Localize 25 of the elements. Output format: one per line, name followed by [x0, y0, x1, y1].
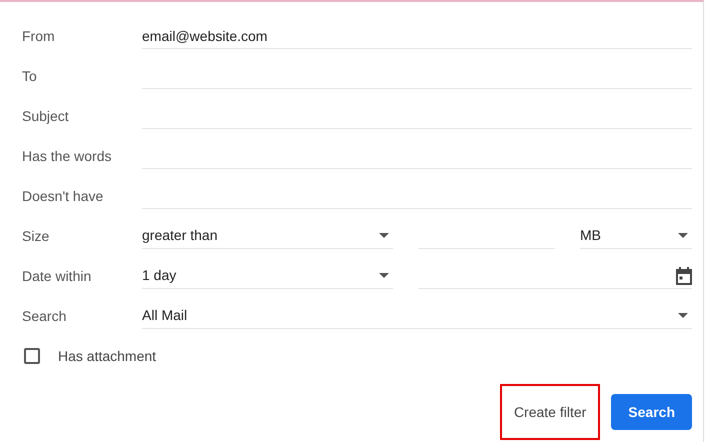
- date-range-dropdown[interactable]: 1 day: [142, 263, 393, 289]
- field-label: Has the words: [22, 146, 112, 166]
- search-button[interactable]: Search: [611, 394, 692, 430]
- field-label: From: [22, 26, 56, 46]
- field-label: Date within: [22, 266, 92, 286]
- caret-icon: [379, 233, 389, 238]
- dropdown-value: MB: [580, 226, 601, 245]
- caret-icon: [678, 313, 688, 318]
- field-label: Subject: [22, 106, 70, 126]
- field-label: Search: [22, 306, 68, 326]
- field-label: To: [22, 66, 38, 86]
- text-field[interactable]: email@website.com: [142, 23, 692, 49]
- caret-icon: [678, 233, 688, 238]
- caret-icon: [379, 273, 389, 278]
- checkbox[interactable]: [24, 348, 40, 364]
- checkbox-label: Has attachment: [58, 346, 156, 366]
- dropdown-value: 1 day: [142, 266, 176, 285]
- calendar-icon[interactable]: [676, 266, 692, 284]
- dropdown-value: All Mail: [142, 306, 188, 325]
- dropdown-value: greater than: [142, 226, 218, 245]
- field-label: Doesn't have: [22, 186, 104, 206]
- operator-dropdown[interactable]: greater than: [142, 223, 393, 249]
- unit-dropdown[interactable]: MB: [580, 223, 692, 249]
- field-label: Size: [22, 226, 50, 246]
- search-scope-dropdown[interactable]: All Mail: [142, 303, 692, 329]
